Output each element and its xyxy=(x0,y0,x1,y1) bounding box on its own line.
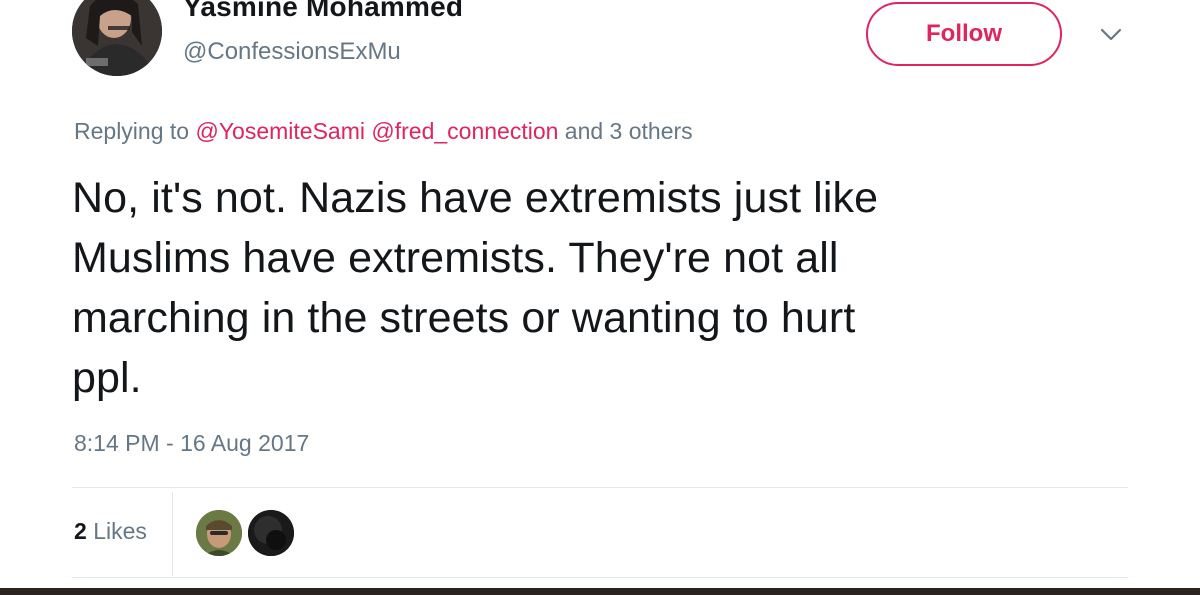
stat-separator xyxy=(172,492,173,576)
tweet-text-line: No, it's not. Nazis have extremists just… xyxy=(72,174,879,222)
tweet-text: No, it's not. Nazis have extremists just… xyxy=(72,168,1072,408)
likes-label: Likes xyxy=(93,518,147,544)
tweet-page: Yasmine Mohammed @ConfessionsExMu Follow… xyxy=(0,0,1200,595)
liker-avatar-image xyxy=(196,510,242,556)
author-avatar[interactable] xyxy=(72,0,162,76)
author-handle[interactable]: @ConfessionsExMu xyxy=(183,38,401,66)
replying-to-label: Replying to xyxy=(74,118,190,144)
others-label[interactable]: and 3 others xyxy=(565,118,693,144)
chevron-down-icon xyxy=(1100,28,1122,41)
likes-count: 2 xyxy=(74,518,87,544)
divider xyxy=(72,577,1128,578)
divider xyxy=(72,487,1128,488)
tweet-timestamp[interactable]: 8:14 PM - 16 Aug 2017 xyxy=(74,430,309,457)
follow-button[interactable]: Follow xyxy=(866,2,1062,66)
bottom-edge-bar xyxy=(0,588,1200,595)
mention-link[interactable]: @fred_connection xyxy=(371,118,558,144)
tweet-text-line: marching in the streets or wanting to hu… xyxy=(72,294,856,342)
liker-avatar[interactable] xyxy=(248,510,294,556)
tweet-text-line: Muslims have extremists. They're not all xyxy=(72,234,839,282)
likes-stat[interactable]: 2 Likes xyxy=(74,518,147,545)
author-name[interactable]: Yasmine Mohammed xyxy=(183,0,463,23)
more-menu-button[interactable] xyxy=(1096,20,1126,50)
replying-to-line: Replying to @YosemiteSami @fred_connecti… xyxy=(74,118,693,145)
tweet-text-line: ppl. xyxy=(72,354,142,402)
mention-link[interactable]: @YosemiteSami xyxy=(195,118,365,144)
liker-avatar[interactable] xyxy=(196,510,242,556)
avatar-image xyxy=(72,0,162,76)
liker-avatar-image xyxy=(248,510,294,556)
